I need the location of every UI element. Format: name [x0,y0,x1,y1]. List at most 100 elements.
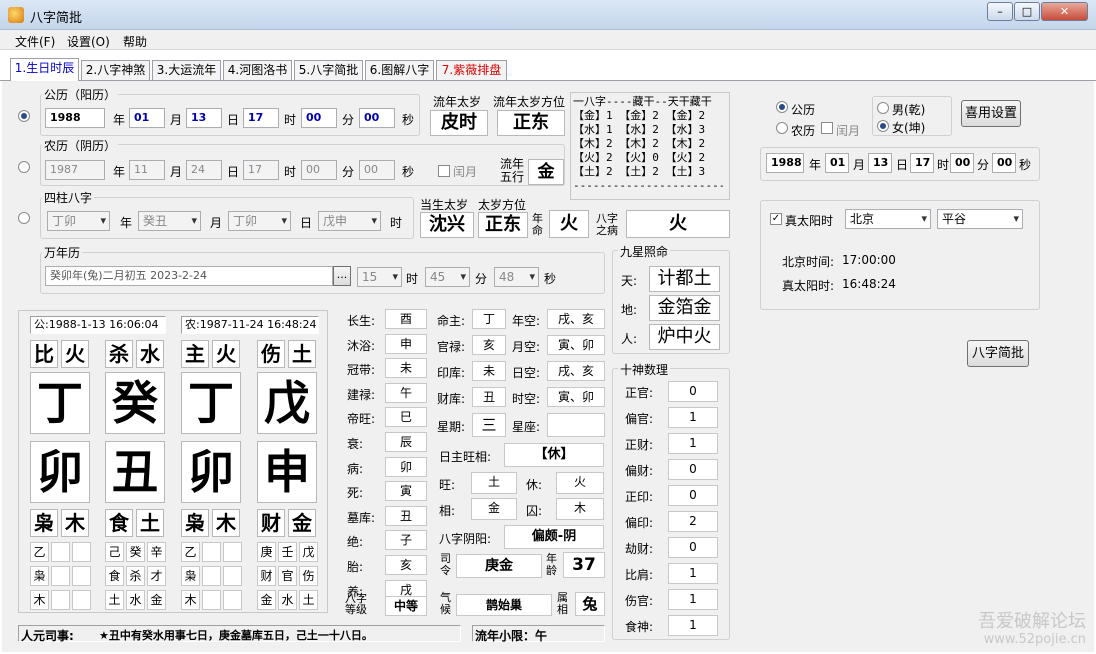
solar-day-input[interactable]: 13 [186,108,222,128]
hidden-stem-cell: 木 [30,590,49,610]
window-title: 八字简批 [30,11,83,26]
xiaoxian-status: 流年小限：午 [472,625,605,643]
minute-label: 分 [977,158,990,172]
tab-ziwei[interactable]: 7.紫薇排盘 [436,60,507,80]
cal-hour-input[interactable]: 17 [910,153,934,173]
hidden-stem-cell: 金 [147,590,166,610]
male-radio[interactable] [877,102,889,114]
solar-radio[interactable] [18,110,30,122]
changsheng-value: 申 [385,333,427,354]
cal-lunar-radio[interactable] [776,122,788,134]
menu-file[interactable]: 文件(F) [15,33,55,50]
wannianli-minute-select[interactable]: 45 [425,267,470,287]
beijing-time-label: 北京时间: [782,255,835,269]
hidden-stem-cell [72,542,91,562]
month-pillar-select[interactable]: 癸丑 [138,211,201,231]
tab-birth-time[interactable]: 1.生日时辰 [10,58,79,81]
wannianli-hour-select[interactable]: 15 [357,267,402,287]
yuekong-value: 寅、卯 [547,335,605,355]
canggan-line: 【土】2 【土】2 【土】3 [573,165,706,178]
day-pillar-select[interactable]: 丁卯 [228,211,291,231]
maximize-button[interactable]: □ [1014,2,1040,21]
close-button[interactable]: ✕ [1041,2,1088,21]
xiang-label: 相: [439,504,456,518]
app-icon [8,7,24,23]
hidden-stem-cell: 枭 [181,566,200,586]
lunar-minute-input[interactable]: 00 [301,160,337,180]
tab-hetu[interactable]: 4.河图洛书 [223,60,292,80]
yinku-value: 未 [472,361,506,381]
cal-minute-input[interactable]: 00 [950,153,974,173]
guanlu-value: 亥 [472,335,506,355]
shishen-label: 偏印: [625,516,654,530]
year-pillar-select[interactable]: 丁卯 [47,211,110,231]
niankong-value: 戌、亥 [547,309,605,329]
nianling-label: 年龄 [546,552,557,577]
changsheng-value: 酉 [385,309,427,329]
solar-group-title: 公历（阳历） [42,86,119,103]
cal-year-input[interactable]: 1988 [766,153,804,173]
cal-day-input[interactable]: 13 [868,153,892,173]
bazi-jianpi-button[interactable]: 八字简批 [967,340,1029,367]
female-radio[interactable] [877,120,889,132]
wannianli-date-input[interactable]: 癸卯年(兔)二月初五 2023-2-24 [45,266,333,286]
canggan-line: 【水】1 【水】2 【水】3 [573,123,706,136]
solar-minute-input[interactable]: 00 [301,108,337,128]
menu-settings[interactable]: 设置(O) [67,33,110,50]
year-label: 年 [113,113,126,127]
city-select[interactable]: 平谷 [937,209,1023,229]
branch-element-label: 木 [212,509,240,537]
year-label: 年 [809,158,822,172]
cal-second-input[interactable]: 00 [992,153,1016,173]
minimize-button[interactable]: – [987,2,1013,21]
solar-hour-input[interactable]: 17 [243,108,279,128]
changsheng-value: 未 [385,358,427,379]
tab-divider [0,80,1096,81]
cal-month-input[interactable]: 01 [825,153,849,173]
shishen-group-title: 十神数理 [618,361,671,378]
cal-solar-radio[interactable] [776,101,788,113]
wannianli-second-select[interactable]: 48 [494,267,539,287]
canggan-line: 【火】2 【火】0 【火】2 [573,151,706,164]
cal-leap-checkbox[interactable] [821,122,833,134]
lunar-year-input[interactable]: 1987 [45,160,105,180]
hidden-stem-cell: 食 [105,566,124,586]
province-select[interactable]: 北京 [845,209,931,229]
shishen-label: 比肩: [625,568,654,582]
menu-help[interactable]: 帮助 [123,33,147,50]
lunar-day-input[interactable]: 24 [186,160,222,180]
wang-value: 土 [471,472,517,494]
rikong-value: 戌、亥 [547,361,605,381]
cal-leap-label: 闰月 [836,124,861,138]
hour-label: 时 [284,113,297,127]
tab-dayun[interactable]: 3.大运流年 [152,60,221,80]
hidden-stem-cell: 财 [257,566,276,586]
lunar-hour-input[interactable]: 17 [243,160,279,180]
tab-shensha[interactable]: 2.八字神煞 [81,60,150,80]
lunar-leap-checkbox[interactable] [438,165,450,177]
bazi-zhibing-value: 火 [626,210,730,238]
wannianli-picker-button[interactable]: ... [333,266,351,286]
solar-year-input[interactable]: 1988 [45,108,105,128]
year-label: 年 [113,165,126,179]
hidden-stem-cell [223,590,242,610]
shishen-branch-label: 枭 [181,509,209,537]
hidden-stem-cell: 土 [105,590,124,610]
wang-label: 旺: [439,478,456,492]
lunar-radio[interactable] [18,161,30,173]
solar-month-input[interactable]: 01 [129,108,165,128]
hidden-stem-cell: 乙 [181,542,200,562]
solar-second-input[interactable]: 00 [359,108,395,128]
lunar-month-input[interactable]: 11 [129,160,165,180]
hour-pillar-select[interactable]: 戊申 [318,211,381,231]
hidden-stem-cell: 戊 [299,542,318,562]
changsheng-label: 死: [347,486,364,501]
xiyong-settings-button[interactable]: 喜用设置 [961,100,1021,127]
nianming-label: 年命 [532,212,543,237]
truesun-checkbox[interactable]: ✓ [770,213,782,225]
lunar-second-input[interactable]: 00 [359,160,395,180]
tab-jianpi[interactable]: 5.八字简批 [294,60,363,80]
shishen-count: 0 [668,459,718,480]
pillars-radio[interactable] [18,212,30,224]
tab-tujie[interactable]: 6.图解八字 [365,60,434,80]
